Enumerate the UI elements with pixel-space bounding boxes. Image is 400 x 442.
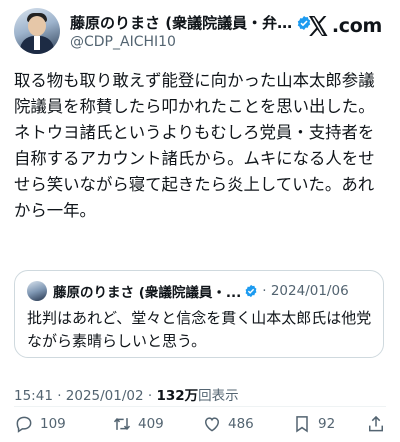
quoted-tweet-header: 藤原のりまさ (衆議院議員・... · 2024/01/06 [27, 281, 349, 301]
tweet-text: 取る物も取り敢えず能登に向かった山本太郎参議院議員を称賛したら叩かれたことを思い… [14, 71, 375, 220]
view-count: 132万 [156, 388, 199, 404]
author-avatar[interactable] [14, 8, 60, 54]
quoted-author-avatar [27, 281, 47, 301]
verified-badge-icon [245, 284, 257, 298]
bookmark-icon [296, 416, 308, 433]
logo-text: .com [331, 15, 382, 37]
author-name-line: 藤原のりまさ (衆議院議員・弁… [70, 12, 312, 33]
tweet-meta: 15:41 · 2025/01/02 · 132万回表示 [14, 384, 239, 404]
retweet-icon [113, 417, 131, 431]
bookmark-count: 92 [318, 416, 336, 432]
reply-count: 109 [40, 416, 66, 432]
quoted-tweet-text: 批判はあれど、堂々と信念を貫く山本太郎氏は他党ながら素晴らしいと思う。 [27, 309, 372, 350]
author-name[interactable]: 藤原のりまさ (衆議院議員・弁… [70, 12, 292, 33]
quoted-tweet[interactable]: 藤原のりまさ (衆議院議員・... · 2024/01/06 批判はあれど、堂々… [14, 270, 384, 358]
author-handle[interactable]: @CDP_AICHI10 [70, 34, 176, 50]
quoted-tweet-date: · 2024/01/06 [262, 283, 349, 299]
retweet-count: 409 [138, 416, 164, 432]
like-count: 486 [228, 416, 254, 432]
reply-icon [16, 416, 32, 433]
heart-icon [204, 417, 220, 432]
share-icon [369, 415, 383, 432]
x-logo-icon [308, 16, 328, 36]
tweet-timestamp[interactable]: 15:41 · 2025/01/02 · [14, 388, 156, 404]
x-logo: .com [305, 14, 382, 38]
bookmark-button[interactable]: 92 [292, 414, 335, 434]
retweet-button[interactable]: 409 [112, 414, 164, 434]
tweet-header: 藤原のりまさ (衆議院議員・弁… @CDP_AICHI10 .com [14, 8, 386, 56]
reply-button[interactable]: 109 [14, 414, 66, 434]
like-button[interactable]: 486 [202, 414, 254, 434]
view-label: 回表示 [198, 388, 239, 404]
share-button[interactable] [366, 414, 386, 434]
divider [14, 406, 386, 407]
action-bar: 109 409 486 92 [14, 414, 386, 438]
quoted-author-name: 藤原のりまさ (衆議院議員・... [53, 285, 242, 301]
